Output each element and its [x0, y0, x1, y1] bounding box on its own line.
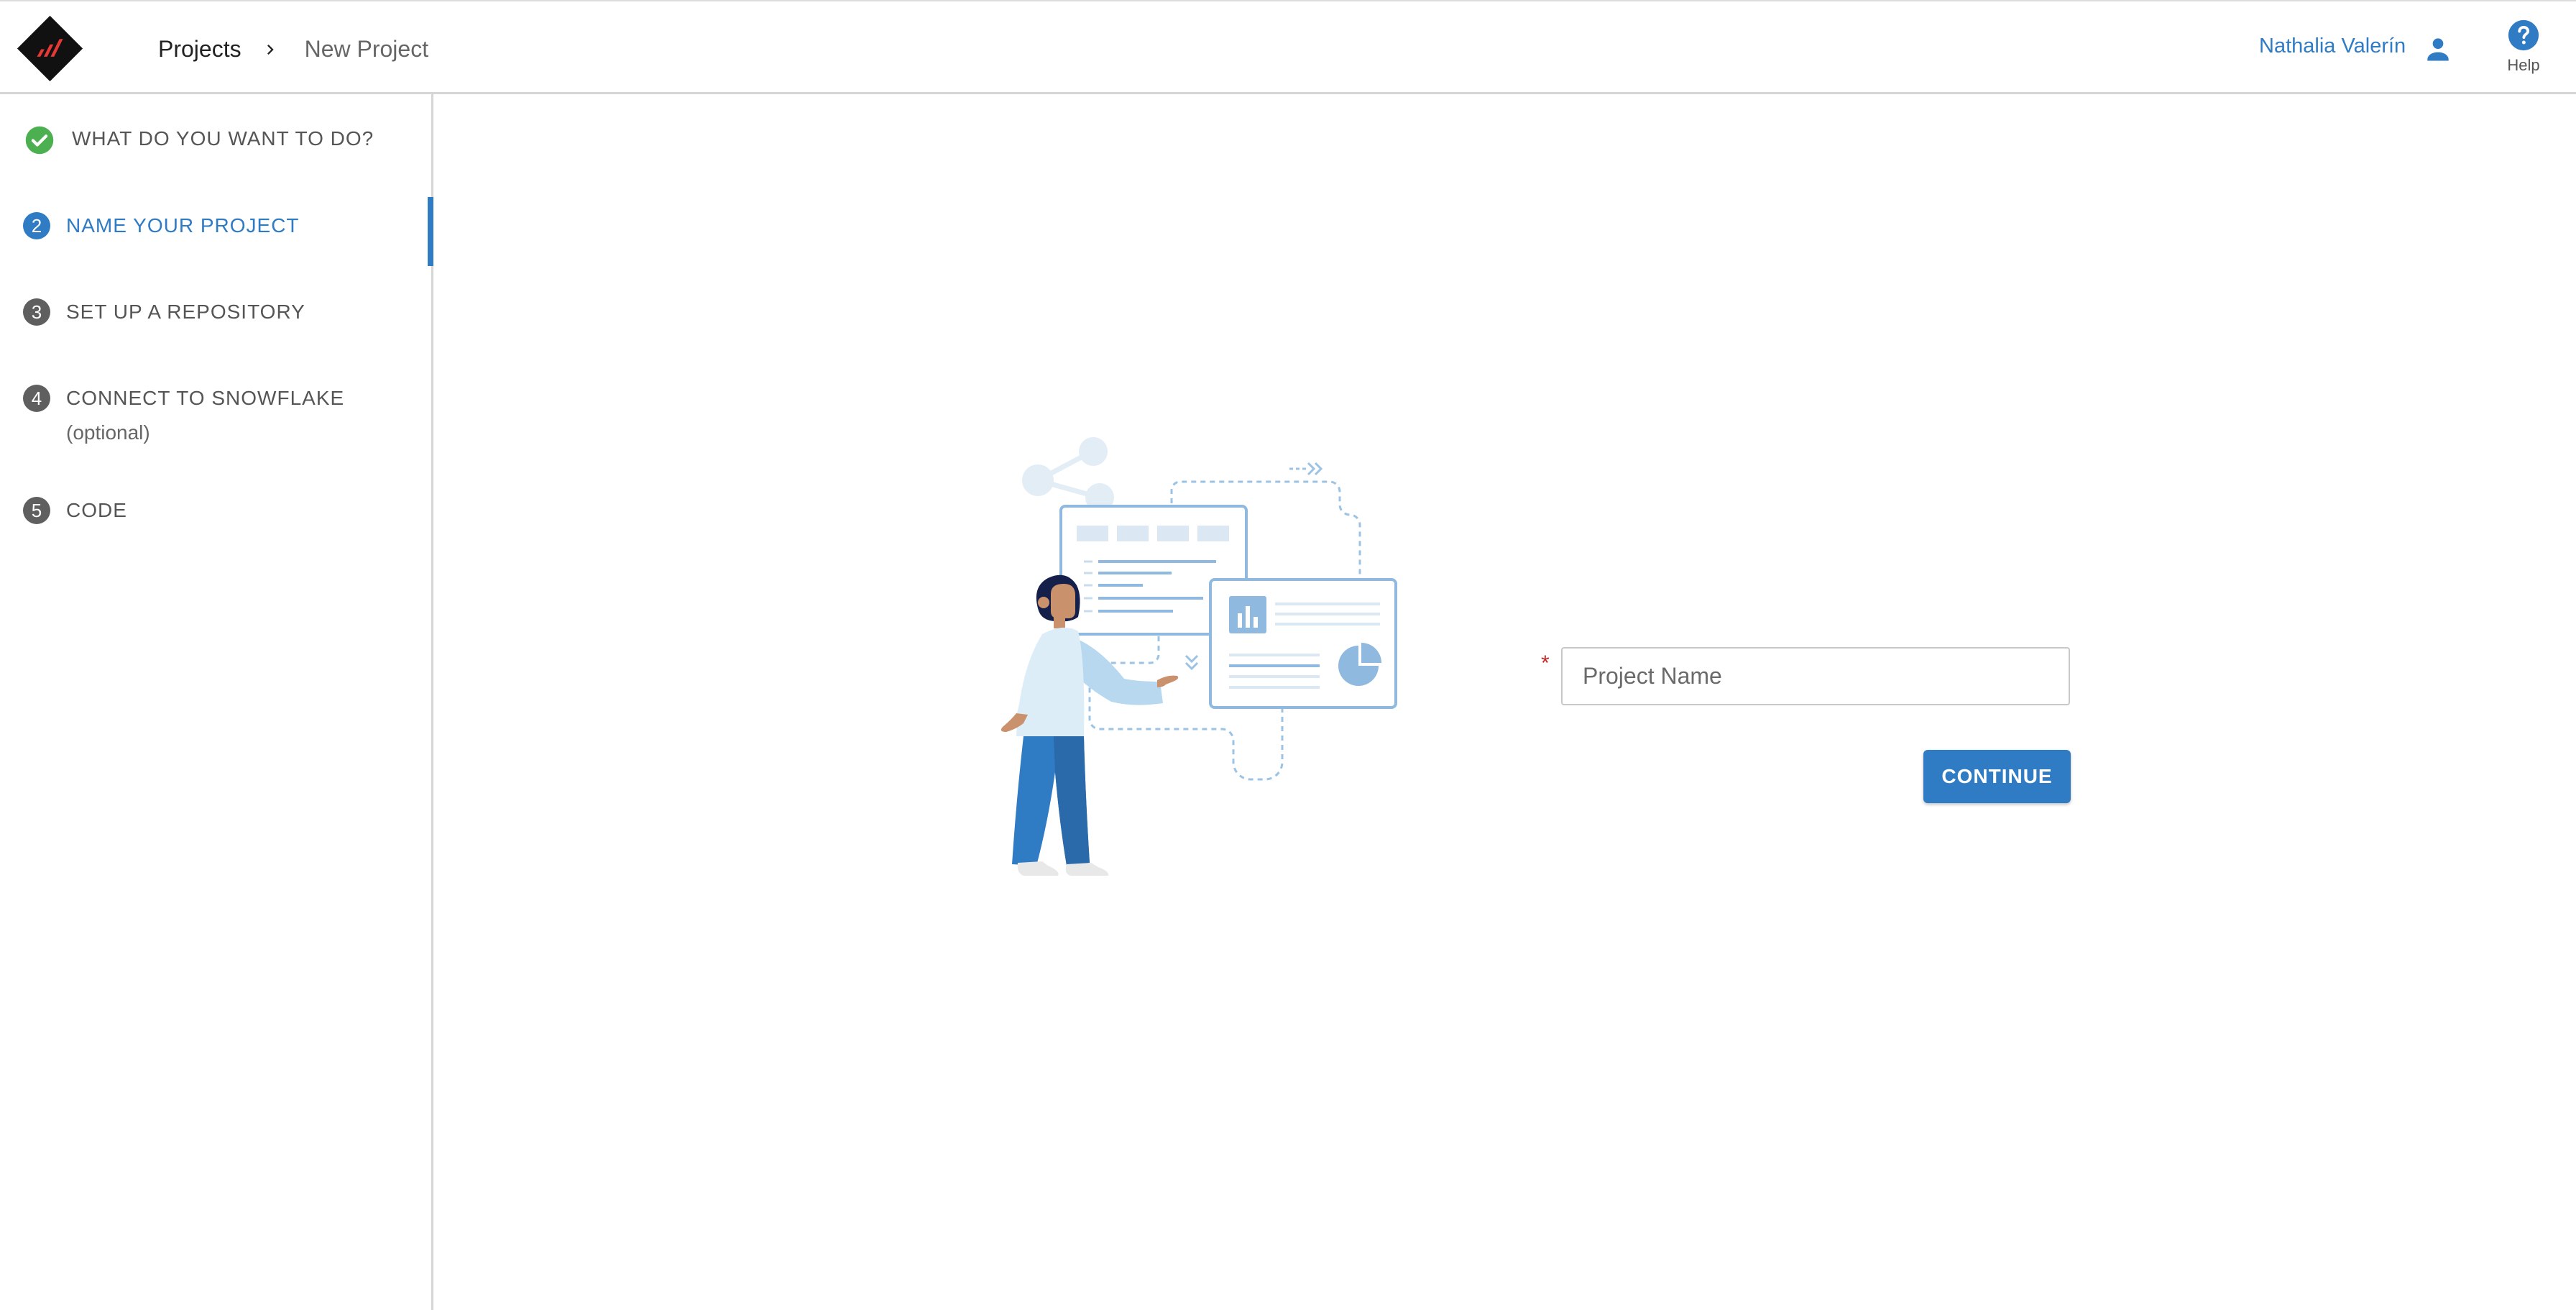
logo-icon[interactable] — [16, 14, 84, 83]
step-connect-to-snowflake[interactable]: 4 CONNECT TO SNOWFLAKE (optional) — [0, 385, 431, 446]
top-header: Projects New Project Nathalia Valerín He… — [0, 0, 2576, 94]
step-number-badge: 4 — [23, 385, 50, 412]
chart-card — [1209, 578, 1397, 709]
step-label: WHAT DO YOU WANT TO DO? — [72, 127, 374, 150]
step-number-badge: 2 — [23, 212, 50, 239]
active-step-indicator — [428, 197, 433, 266]
continue-button[interactable]: CONTINUE — [1923, 750, 2071, 803]
step-sublabel: (optional) — [66, 421, 150, 444]
share-network-icon — [1022, 437, 1114, 512]
step-label: CODE — [66, 499, 127, 521]
person-icon[interactable] — [2422, 33, 2454, 65]
wizard-steps-sidebar: WHAT DO YOU WANT TO DO? 2 NAME YOUR PROJ… — [0, 94, 433, 1310]
step-label: SET UP A REPOSITORY — [66, 301, 305, 323]
help-button[interactable]: Help — [2501, 19, 2546, 79]
step-code[interactable]: 5 CODE — [0, 497, 431, 524]
step-label: NAME YOUR PROJECT — [66, 214, 300, 237]
help-circle-icon — [2508, 19, 2539, 51]
check-circle-icon — [25, 126, 54, 155]
step-number-badge: 3 — [23, 298, 50, 326]
breadcrumb: Projects New Project — [158, 36, 428, 63]
step-label: CONNECT TO SNOWFLAKE — [66, 387, 345, 409]
chevron-right-icon — [267, 44, 274, 55]
step-number-badge: 5 — [23, 497, 50, 524]
user-name[interactable]: Nathalia Valerín — [2259, 35, 2406, 58]
step-name-your-project[interactable]: 2 NAME YOUR PROJECT — [0, 212, 431, 239]
breadcrumb-projects-link[interactable]: Projects — [158, 36, 242, 63]
help-label: Help — [2507, 56, 2540, 74]
project-illustration — [1000, 437, 1397, 876]
project-name-input[interactable] — [1561, 647, 2070, 705]
step-set-up-repository[interactable]: 3 SET UP A REPOSITORY — [0, 298, 431, 326]
step-what-do-you-want[interactable]: WHAT DO YOU WANT TO DO? — [0, 125, 431, 155]
required-indicator: * — [1541, 651, 1550, 675]
breadcrumb-current: New Project — [304, 36, 429, 62]
